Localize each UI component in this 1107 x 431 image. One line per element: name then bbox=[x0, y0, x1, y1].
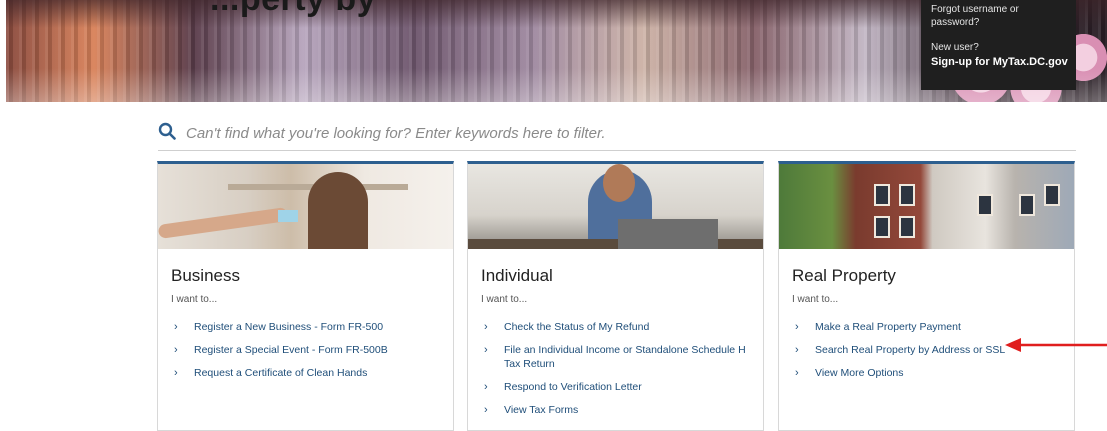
search-icon[interactable] bbox=[158, 122, 176, 140]
link-verification-letter[interactable]: › Respond to Verification Letter bbox=[484, 380, 754, 394]
link-label: Register a Special Event - Form FR-500B bbox=[194, 344, 388, 356]
link-register-special-event[interactable]: › Register a Special Event - Form FR-500B bbox=[174, 343, 444, 357]
link-register-business[interactable]: › Register a New Business - Form FR-500 bbox=[174, 320, 444, 334]
card-individual: Individual I want to... › Check the Statu… bbox=[467, 161, 764, 431]
card-title: Individual bbox=[481, 266, 553, 285]
signup-link[interactable]: Sign-up for MyTax.DC.gov bbox=[931, 56, 1076, 68]
link-label: File an Individual Income or Standalone … bbox=[504, 344, 746, 370]
chevron-right-icon: › bbox=[795, 367, 799, 379]
link-label: View Tax Forms bbox=[504, 404, 579, 416]
link-label: Check the Status of My Refund bbox=[504, 321, 650, 333]
banner-title: ...perty by bbox=[210, 0, 376, 19]
card-title: Business bbox=[171, 266, 240, 285]
link-list: › Check the Status of My Refund › File an … bbox=[484, 320, 754, 426]
link-label: Respond to Verification Letter bbox=[504, 381, 642, 393]
card-subtitle: I want to... bbox=[481, 294, 528, 305]
forgot-credentials-link[interactable]: Forgot username or password? bbox=[931, 3, 1051, 29]
chevron-right-icon: › bbox=[484, 344, 488, 356]
chevron-right-icon: › bbox=[174, 321, 178, 333]
link-view-tax-forms[interactable]: › View Tax Forms bbox=[484, 403, 754, 417]
link-label: Search Real Property by Address or SSL bbox=[815, 344, 1006, 356]
individual-photo bbox=[468, 164, 763, 249]
link-label: Register a New Business - Form FR-500 bbox=[194, 321, 384, 333]
search-bar bbox=[158, 120, 1076, 151]
chevron-right-icon: › bbox=[174, 344, 178, 356]
link-view-more-options[interactable]: › View More Options bbox=[795, 366, 1065, 380]
chevron-right-icon: › bbox=[484, 321, 488, 333]
link-refund-status[interactable]: › Check the Status of My Refund bbox=[484, 320, 754, 334]
card-business: Business I want to... › Register a New Bu… bbox=[157, 161, 454, 431]
chevron-right-icon: › bbox=[174, 367, 178, 379]
chevron-right-icon: › bbox=[795, 344, 799, 356]
login-panel: Forgot username or password? New user? S… bbox=[921, 0, 1076, 90]
search-input[interactable] bbox=[184, 120, 1068, 146]
link-label: View More Options bbox=[815, 367, 904, 379]
link-label: Request a Certificate of Clean Hands bbox=[194, 367, 368, 379]
card-real-property: Real Property I want to... › Make a Real … bbox=[778, 161, 1075, 431]
link-list: › Register a New Business - Form FR-500 ›… bbox=[174, 320, 444, 389]
link-list: › Make a Real Property Payment › Search Re… bbox=[795, 320, 1065, 389]
link-file-income-return[interactable]: › File an Individual Income or Standalone… bbox=[484, 343, 754, 371]
link-real-property-payment[interactable]: › Make a Real Property Payment bbox=[795, 320, 1065, 334]
chevron-right-icon: › bbox=[484, 381, 488, 393]
card-subtitle: I want to... bbox=[792, 294, 839, 305]
card-title: Real Property bbox=[792, 266, 896, 285]
link-clean-hands-certificate[interactable]: › Request a Certificate of Clean Hands bbox=[174, 366, 444, 380]
business-photo bbox=[158, 164, 453, 249]
chevron-right-icon: › bbox=[795, 321, 799, 333]
chevron-right-icon: › bbox=[484, 404, 488, 416]
link-label: Make a Real Property Payment bbox=[815, 321, 961, 333]
card-subtitle: I want to... bbox=[171, 294, 218, 305]
real-property-photo bbox=[779, 164, 1074, 249]
new-user-label: New user? bbox=[931, 42, 979, 53]
annotation-arrow-icon bbox=[1005, 338, 1107, 352]
